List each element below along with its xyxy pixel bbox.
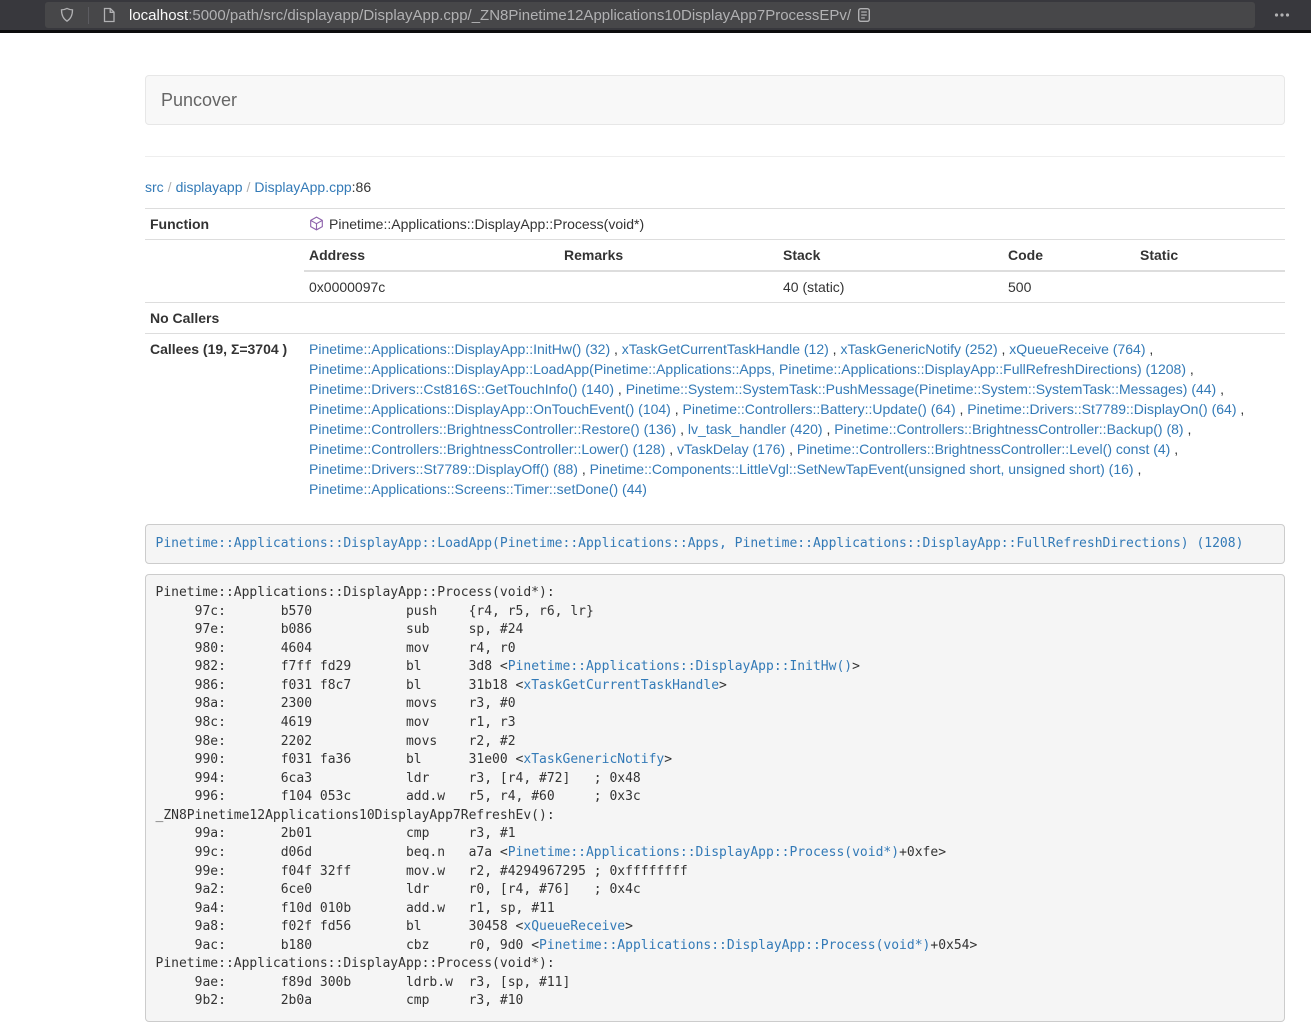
callee-link[interactable]: vTaskDelay (176) [677, 441, 785, 457]
callees-label: Callees (19, Σ=3704 ) [145, 334, 304, 505]
disassembly-symbol-link[interactable]: xQueueReceive [523, 919, 625, 934]
callee-link[interactable]: Pinetime::Controllers::BrightnessControl… [797, 441, 1170, 457]
shield-icon [59, 7, 75, 23]
disassembly-symbol-link[interactable]: Pinetime::Applications::DisplayApp::Init… [508, 659, 852, 674]
callee-link[interactable]: xTaskGenericNotify (252) [840, 341, 997, 357]
function-name: Pinetime::Applications::DisplayApp::Proc… [329, 216, 644, 232]
callee-link[interactable]: Pinetime::Applications::Screens::Timer::… [309, 481, 647, 497]
callee-link[interactable]: Pinetime::Controllers::Battery::Update()… [683, 401, 956, 417]
function-table: Function Pinetime::Applications::Display… [145, 208, 1285, 504]
page-actions-menu-button[interactable] [1267, 2, 1297, 28]
reader-mode-icon [857, 7, 871, 23]
disassembly-symbol-link[interactable]: xTaskGetCurrentTaskHandle [523, 678, 719, 693]
package-icon [309, 216, 324, 231]
divider [145, 156, 1285, 157]
callee-link[interactable]: lv_task_handler (420) [688, 421, 823, 437]
callee-link[interactable]: Pinetime::Controllers::BrightnessControl… [309, 441, 665, 457]
function-name-cell: Pinetime::Applications::DisplayApp::Proc… [304, 209, 1285, 240]
callee-link[interactable]: Pinetime::Controllers::BrightnessControl… [309, 421, 676, 437]
disassembly-symbol-link[interactable]: xTaskGenericNotify [523, 752, 664, 767]
column-header-address: Address [304, 240, 559, 271]
callee-link[interactable]: Pinetime::Drivers::Cst816S::GetTouchInfo… [309, 381, 614, 397]
url-host: localhost [129, 7, 188, 24]
callee-link[interactable]: Pinetime::System::SystemTask::PushMessag… [626, 381, 1217, 397]
urlbar-divider [88, 7, 89, 24]
url-text[interactable]: localhost:5000/path/src/displayapp/Displ… [129, 7, 851, 24]
breadcrumb-separator: / [243, 179, 255, 195]
callee-link[interactable]: Pinetime::Applications::DisplayApp::Load… [309, 361, 1186, 377]
breadcrumb-link-displayapp[interactable]: displayapp [176, 179, 243, 195]
callee-link[interactable]: Pinetime::Drivers::St7789::DisplayOff() … [309, 461, 578, 477]
column-header-code: Code [1003, 240, 1135, 271]
disassembly-box: Pinetime::Applications::DisplayApp::Proc… [145, 574, 1285, 1022]
meatball-menu-icon [1273, 7, 1291, 23]
column-header-remarks: Remarks [559, 240, 778, 271]
breadcrumb-line-number: :86 [352, 179, 371, 195]
no-callers-label: No Callers [145, 303, 304, 334]
callee-link[interactable]: Pinetime::Applications::DisplayApp::OnTo… [309, 401, 671, 417]
browser-toolbar: localhost:5000/path/src/displayapp/Displ… [0, 0, 1311, 33]
code-value: 500 [1003, 271, 1135, 302]
table-row: 0x0000097c 40 (static) 500 [304, 271, 1285, 302]
callee-link[interactable]: xTaskGetCurrentTaskHandle (12) [622, 341, 829, 357]
page-info-icon[interactable] [96, 2, 122, 28]
empty-row-label [145, 240, 304, 303]
column-header-static: Static [1135, 240, 1285, 271]
tracking-protection-shield-icon[interactable] [53, 2, 81, 28]
column-header-stack: Stack [778, 240, 1003, 271]
metrics-table: Address Remarks Stack Code Static 0x0000… [304, 240, 1285, 302]
table-row: Function Pinetime::Applications::Display… [145, 209, 1285, 240]
snippet-load-app-link[interactable]: Pinetime::Applications::DisplayApp::Load… [156, 536, 1244, 551]
reader-mode-button[interactable] [851, 2, 877, 28]
callee-link[interactable]: Pinetime::Drivers::St7789::DisplayOn() (… [967, 401, 1236, 417]
metrics-cell: Address Remarks Stack Code Static 0x0000… [304, 240, 1285, 303]
url-path: :5000/path/src/displayapp/DisplayApp.cpp… [188, 7, 851, 24]
breadcrumb-separator: / [164, 179, 176, 195]
callee-link[interactable]: Pinetime::Controllers::BrightnessControl… [834, 421, 1183, 437]
table-row: Address Remarks Stack Code Static 0x0000… [145, 240, 1285, 303]
callees-cell: Pinetime::Applications::DisplayApp::Init… [304, 334, 1285, 505]
stack-value: 40 (static) [778, 271, 1003, 302]
breadcrumb-link-file[interactable]: DisplayApp.cpp [254, 179, 351, 195]
disassembly-symbol-link[interactable]: Pinetime::Applications::DisplayApp::Proc… [508, 845, 899, 860]
table-row: No Callers [145, 303, 1285, 334]
page-container: Puncover src/displayapp/DisplayApp.cpp:8… [145, 75, 1285, 1022]
address-value: 0x0000097c [304, 271, 559, 302]
app-brand[interactable]: Puncover [146, 76, 252, 124]
remarks-value [559, 271, 778, 302]
disassembly-symbol-link[interactable]: Pinetime::Applications::DisplayApp::Proc… [539, 938, 930, 953]
breadcrumb-link-src[interactable]: src [145, 179, 164, 195]
table-row: Callees (19, Σ=3704 ) Pinetime::Applicat… [145, 334, 1285, 505]
static-value [1135, 271, 1285, 302]
callee-link[interactable]: Pinetime::Applications::DisplayApp::Init… [309, 341, 610, 357]
page-icon [102, 7, 116, 23]
breadcrumb: src/displayapp/DisplayApp.cpp:86 [145, 177, 1285, 197]
no-callers-cell [304, 303, 1285, 334]
app-navbar: Puncover [145, 75, 1285, 125]
callee-link[interactable]: xQueueReceive (764) [1009, 341, 1145, 357]
callee-link[interactable]: Pinetime::Components::LittleVgl::SetNewT… [590, 461, 1134, 477]
snippet-box: Pinetime::Applications::DisplayApp::Load… [145, 524, 1285, 564]
url-bar[interactable]: localhost:5000/path/src/displayapp/Displ… [45, 2, 1255, 28]
table-header-row: Address Remarks Stack Code Static [304, 240, 1285, 271]
function-row-label: Function [145, 209, 304, 240]
